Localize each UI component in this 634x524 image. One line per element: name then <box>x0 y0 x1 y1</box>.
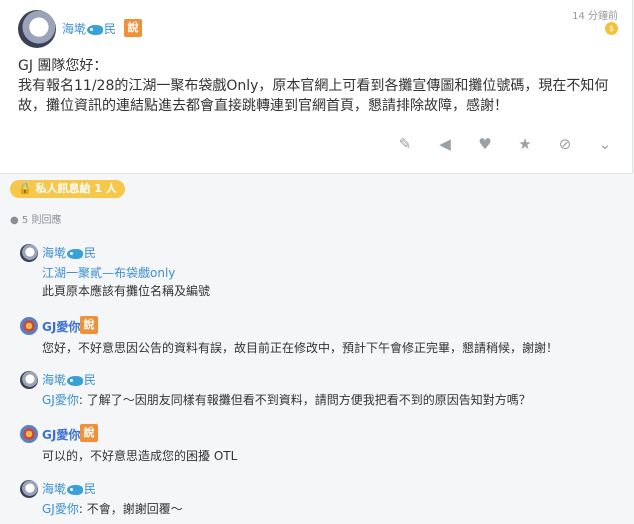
comment-icon: ● <box>10 215 19 226</box>
avatar[interactable] <box>20 480 38 498</box>
post-greeting: GJ 團隊您好： <box>18 58 108 74</box>
coin-icon[interactable]: $ <box>605 22 618 35</box>
badge: 說 <box>80 316 98 334</box>
comment-author[interactable]: GJ愛你 <box>42 318 80 335</box>
bell-icon[interactable]: ◀ <box>425 135 465 153</box>
reply-count[interactable]: ● 5 則回應 <box>10 211 61 226</box>
avatar[interactable] <box>20 371 38 389</box>
block-icon[interactable]: ⊘ <box>545 135 585 153</box>
post-text: 我有報名11/28的江湖一聚布袋戲Only，原本官網上可看到各攤宣傳圖和攤位號碼… <box>18 78 609 114</box>
edit-icon[interactable]: ✎ <box>385 135 425 153</box>
star-icon[interactable]: ★ <box>505 135 545 153</box>
avatar[interactable] <box>20 425 38 443</box>
post-card: 海墘民 說 14 分鐘前 $ GJ 團隊您好： 我有報名11/28的江湖一聚布袋… <box>0 0 633 174</box>
author-name[interactable]: 海墘民 <box>62 20 116 37</box>
comment-author[interactable]: 海墘民 <box>42 244 96 261</box>
post-actions: ✎ ◀ ♥ ★ ⊘ ⌄ <box>385 135 625 153</box>
comment-text: 此頁原本應該有攤位名稱及編號 <box>42 284 211 298</box>
fish-icon <box>87 24 104 35</box>
fish-icon <box>67 484 84 495</box>
badge: 說 <box>124 19 142 37</box>
fish-icon <box>67 248 84 259</box>
private-message-pill: 🔒 私人訊息給 1 人 <box>10 180 125 198</box>
badge: 說 <box>80 424 98 442</box>
avatar[interactable] <box>20 244 38 262</box>
fish-icon <box>67 375 84 386</box>
comment-text: 可以的，不好意思造成您的困擾 OTL <box>42 449 238 463</box>
comment-text: GJ愛你: 不會，謝謝回覆～ <box>42 502 183 516</box>
comment-text: GJ愛你: 了解了～因朋友同樣有報攤但看不到資料，請問方便我把看不到的原因告知對… <box>42 393 531 407</box>
mention-link[interactable]: GJ愛你 <box>42 393 79 407</box>
comment-text: 您好，不好意思因公告的資料有誤，故目前正在修改中，預計下午會修正完畢，懇請稍候，… <box>42 341 559 355</box>
comment-author[interactable]: 海墘民 <box>42 480 96 497</box>
post-body: GJ 團隊您好： 我有報名11/28的江湖一聚布袋戲Only，原本官網上可看到各… <box>18 56 614 116</box>
post-time: 14 分鐘前 <box>572 11 618 22</box>
avatar[interactable] <box>20 317 38 335</box>
author-avatar[interactable] <box>18 10 56 48</box>
chevron-down-icon[interactable]: ⌄ <box>585 135 625 153</box>
comment-link[interactable]: 江湖一聚貳—布袋戲only <box>42 264 175 281</box>
heart-icon[interactable]: ♥ <box>465 135 505 153</box>
comment-author[interactable]: GJ愛你 <box>42 426 80 443</box>
comment-author[interactable]: 海墘民 <box>42 371 96 388</box>
lock-icon: 🔒 <box>18 182 32 195</box>
mention-link[interactable]: GJ愛你 <box>42 502 79 516</box>
